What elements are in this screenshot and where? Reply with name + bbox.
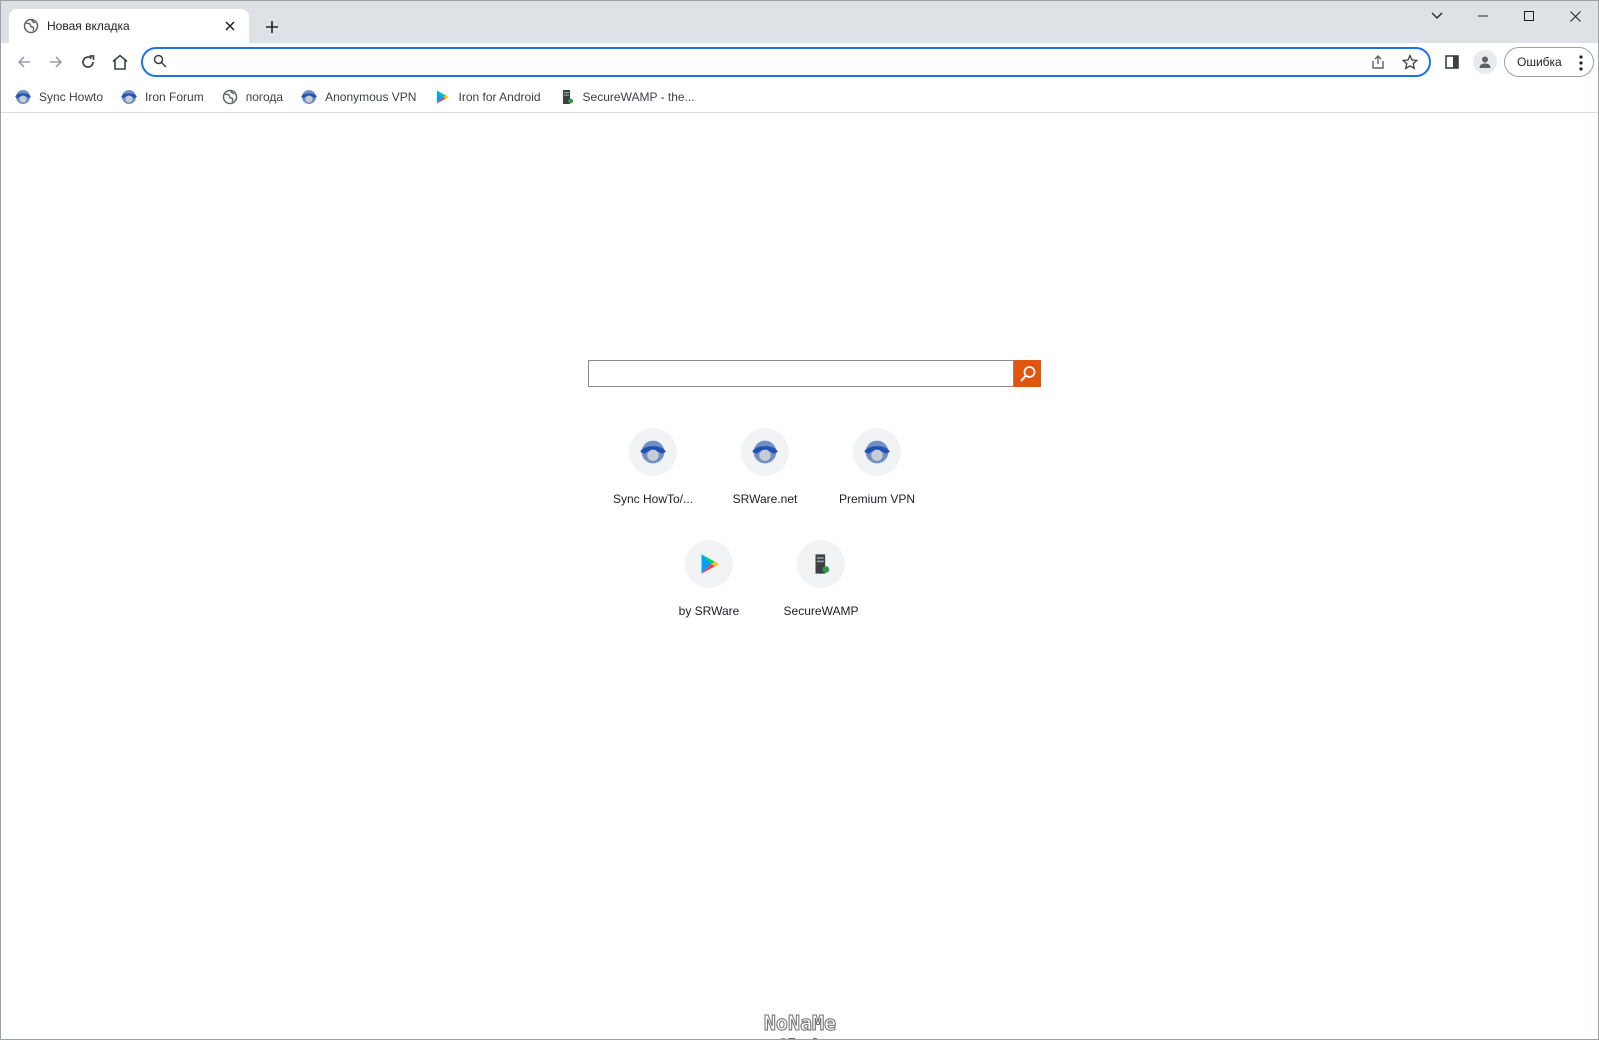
close-icon	[1569, 10, 1581, 22]
maximize-icon	[1524, 11, 1534, 21]
bookmark-item[interactable]: Anonymous VPN	[301, 85, 424, 109]
toolbar: Ошибка	[1, 43, 1598, 81]
globe-icon	[222, 89, 238, 105]
shortcut-label: SRWare.net	[732, 492, 798, 506]
sync-error-label: Ошибка	[1517, 55, 1562, 69]
shortcut-tile[interactable]: SecureWAMP	[765, 526, 877, 638]
plus-icon	[266, 21, 278, 33]
close-icon[interactable]	[221, 17, 239, 35]
bookmark-label: SecureWAMP - the...	[582, 89, 695, 104]
shortcut-label: Sync HowTo/...	[612, 492, 694, 506]
bookmark-label: Iron for Android	[458, 89, 541, 104]
bookmark-item[interactable]: Sync Howto	[15, 85, 111, 109]
bookmarks-bar: Sync Howto Iron Forum погода Anonymous V…	[1, 81, 1598, 113]
side-panel-icon	[1445, 55, 1459, 69]
avatar-icon	[1479, 56, 1491, 68]
search-button[interactable]	[1014, 360, 1041, 387]
browser-window: Новая вкладка Ошибка Sync Howto Iron For…	[0, 0, 1599, 1040]
minimize-icon	[1478, 15, 1488, 17]
tab-strip: Новая вкладка	[1, 1, 1598, 43]
bookmark-label: Iron Forum	[145, 89, 204, 104]
tab-new-tab[interactable]: Новая вкладка	[9, 9, 249, 43]
iron-globe-icon	[629, 428, 677, 476]
address-input[interactable]	[175, 51, 1369, 73]
shortcut-label: by SRWare	[678, 604, 740, 618]
server-icon	[797, 540, 845, 588]
tab-search-button[interactable]	[1414, 1, 1460, 31]
tab-title: Новая вкладка	[47, 19, 130, 33]
search-box	[588, 360, 1041, 387]
sync-error-button[interactable]: Ошибка	[1504, 47, 1594, 77]
home-button[interactable]	[105, 47, 135, 77]
more-menu-icon	[1579, 55, 1583, 71]
server-icon	[559, 89, 575, 105]
iron-globe-icon	[301, 89, 317, 105]
window-controls	[1414, 1, 1598, 31]
forward-button[interactable]	[41, 47, 71, 77]
search-icon	[153, 54, 169, 70]
globe-icon	[23, 18, 39, 34]
new-tab-page: Sync HowTo/... SRWare.net Premium VPN by…	[1, 113, 1598, 1039]
minimize-button[interactable]	[1460, 1, 1506, 31]
new-tab-button[interactable]	[260, 15, 284, 39]
iron-globe-icon	[121, 89, 137, 105]
side-panel-button[interactable]	[1441, 51, 1463, 73]
bookmark-item[interactable]: SecureWAMP - the...	[559, 85, 703, 109]
iron-globe-icon	[853, 428, 901, 476]
shortcut-tile[interactable]: Sync HowTo/...	[597, 414, 709, 526]
address-bar[interactable]	[141, 47, 1431, 77]
iron-globe-icon	[741, 428, 789, 476]
bookmark-item[interactable]: Iron for Android	[434, 85, 548, 109]
shortcut-tile[interactable]: by SRWare	[653, 526, 765, 638]
bookmark-label: погода	[245, 89, 284, 104]
arrow-left-icon	[17, 56, 30, 68]
close-window-button[interactable]	[1552, 1, 1598, 31]
back-button[interactable]	[9, 47, 39, 77]
reload-button[interactable]	[73, 47, 103, 77]
shortcut-label: Premium VPN	[838, 492, 915, 506]
watermark-text: NoNaMe Club	[763, 1011, 837, 1040]
arrow-right-icon	[50, 56, 63, 68]
bookmark-label: Sync Howto	[39, 89, 104, 104]
shortcut-tile[interactable]: Premium VPN	[821, 414, 933, 526]
play-store-icon	[685, 540, 733, 588]
search-input[interactable]	[588, 360, 1014, 387]
play-store-icon	[434, 89, 450, 105]
bookmark-star-icon[interactable]	[1401, 53, 1419, 71]
shortcut-label: SecureWAMP	[783, 604, 859, 618]
reload-icon	[82, 55, 95, 68]
omnibox-actions	[1369, 53, 1419, 71]
share-icon[interactable]	[1369, 53, 1387, 71]
shortcut-tile[interactable]: SRWare.net	[709, 414, 821, 526]
bookmark-item[interactable]: погода	[222, 85, 291, 109]
profile-button[interactable]	[1473, 50, 1497, 74]
maximize-button[interactable]	[1506, 1, 1552, 31]
iron-globe-icon	[15, 89, 31, 105]
bookmark-item[interactable]: Iron Forum	[121, 85, 212, 109]
home-icon	[112, 54, 128, 70]
search-icon	[1019, 365, 1035, 382]
bookmark-label: Anonymous VPN	[325, 89, 417, 104]
chevron-down-icon	[1431, 12, 1443, 19]
